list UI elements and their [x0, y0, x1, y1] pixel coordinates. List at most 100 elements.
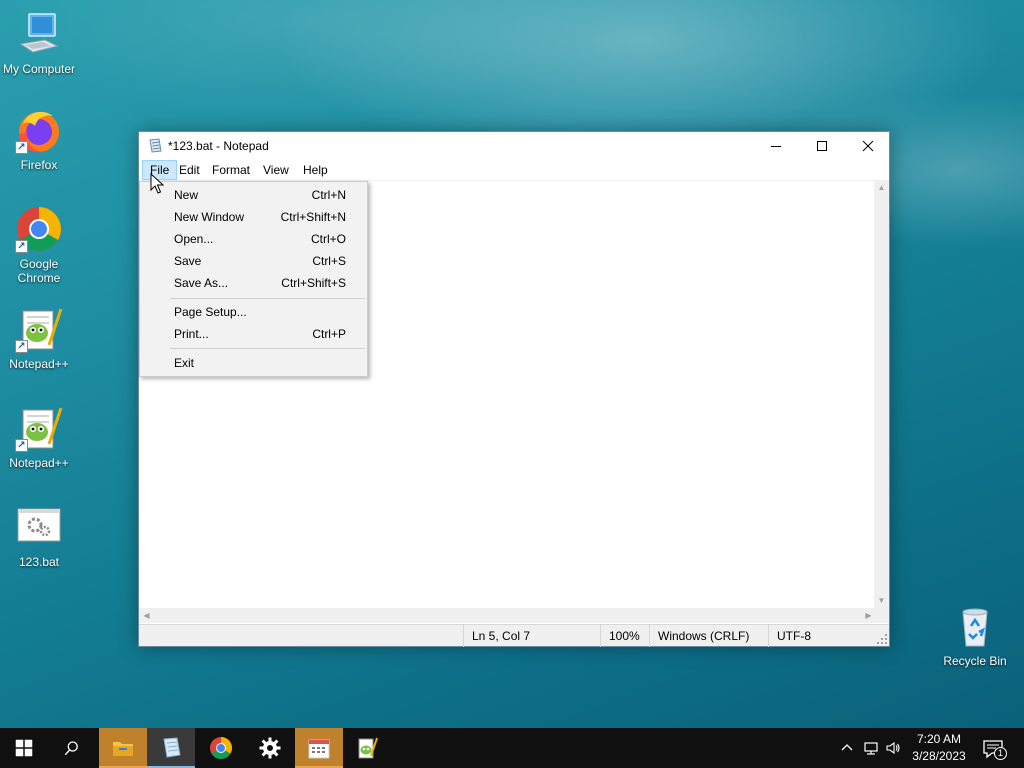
menu-item-shortcut: Ctrl+P — [312, 327, 346, 341]
calendar-icon — [308, 739, 330, 759]
desktop-icon-123-bat[interactable]: 123.bat — [0, 503, 78, 569]
gear-icon — [259, 737, 281, 759]
title-bar[interactable]: *123.bat - Notepad — [139, 132, 889, 160]
taskbar-calendar[interactable] — [295, 728, 343, 768]
volume-button[interactable] — [883, 738, 903, 758]
menu-item-shortcut: Ctrl+O — [310, 232, 346, 246]
maximize-button[interactable] — [799, 132, 845, 160]
chrome-icon — [210, 737, 232, 759]
menu-item-label: New — [174, 188, 199, 202]
recycle-bin-icon — [951, 602, 999, 650]
menu-item-label: Page Setup... — [174, 305, 247, 319]
desktop-icon-my-computer[interactable]: My Computer — [0, 10, 78, 76]
taskbar-settings[interactable] — [246, 728, 294, 768]
menu-item-label: Print... — [174, 327, 209, 341]
action-center-button[interactable]: 1 — [982, 738, 1007, 760]
resize-grip-icon[interactable] — [877, 634, 887, 644]
file-menu-dropdown: New Ctrl+N New Window Ctrl+Shift+N Open.… — [139, 181, 368, 377]
system-clock[interactable]: 7:20 AM 3/28/2023 — [906, 731, 972, 765]
desktop-icon-notepadpp[interactable]: ↗ Notepad++ — [0, 305, 78, 371]
notepadpp-icon — [358, 737, 378, 759]
shortcut-arrow-icon: ↗ — [15, 141, 28, 154]
mouse-cursor-icon — [150, 173, 164, 194]
chevron-up-icon — [841, 744, 853, 751]
computer-icon — [15, 10, 63, 58]
menu-format[interactable]: Format — [205, 160, 257, 180]
status-encoding: UTF-8 — [768, 625, 878, 647]
taskbar-notepad[interactable] — [147, 728, 195, 768]
menu-item-shortcut: Ctrl+N — [311, 188, 346, 202]
menu-item-print[interactable]: Print... Ctrl+P — [142, 323, 365, 345]
taskbar-file-explorer[interactable] — [99, 728, 147, 768]
menu-bar: File Edit Format View Help — [139, 160, 889, 180]
status-cursor-position: Ln 5, Col 7 — [463, 625, 601, 647]
network-icon — [864, 742, 878, 755]
menu-item-new[interactable]: New Ctrl+N — [142, 184, 365, 206]
scroll-left-icon[interactable]: ◀ — [139, 608, 154, 623]
window-title: *123.bat - Notepad — [168, 139, 269, 153]
vertical-scrollbar[interactable]: ▲ ▼ — [874, 180, 889, 608]
folder-icon — [113, 742, 133, 756]
notepadpp-icon: ↗ — [15, 305, 63, 353]
menu-item-open[interactable]: Open... Ctrl+O — [142, 228, 365, 250]
menu-item-label: Open... — [174, 232, 214, 246]
notification-count-badge: 1 — [994, 747, 1007, 760]
desktop-icon-firefox[interactable]: ↗ Firefox — [0, 106, 78, 172]
shortcut-arrow-icon: ↗ — [15, 439, 28, 452]
status-zoom: 100% — [600, 625, 650, 647]
scroll-up-icon[interactable]: ▲ — [874, 180, 889, 195]
windows-logo-icon — [15, 739, 33, 757]
menu-view[interactable]: View — [256, 160, 296, 180]
minimize-icon — [771, 146, 781, 147]
search-icon — [64, 741, 78, 756]
scroll-corner — [874, 608, 889, 623]
menu-item-shortcut: Ctrl+Shift+S — [281, 276, 346, 290]
chrome-icon: ↗ — [15, 205, 63, 253]
status-bar: Ln 5, Col 7 100% Windows (CRLF) UTF-8 — [139, 624, 889, 647]
desktop-icon-label: Notepad++ — [9, 456, 69, 470]
desktop-icon-google-chrome[interactable]: ↗ Google Chrome — [0, 205, 78, 285]
clock-date: 3/28/2023 — [912, 749, 966, 763]
show-hidden-icons-button[interactable] — [837, 738, 857, 758]
close-icon — [862, 140, 874, 152]
desktop-icon-label: Recycle Bin — [943, 654, 1007, 668]
menu-item-save-as[interactable]: Save As... Ctrl+Shift+S — [142, 272, 365, 294]
scroll-down-icon[interactable]: ▼ — [874, 593, 889, 608]
close-button[interactable] — [845, 132, 891, 160]
menu-help[interactable]: Help — [296, 160, 335, 180]
menu-item-save[interactable]: Save Ctrl+S — [142, 250, 365, 272]
search-button[interactable] — [48, 728, 96, 768]
batch-file-icon — [15, 503, 63, 551]
menu-item-exit[interactable]: Exit — [142, 352, 365, 374]
speaker-icon — [886, 741, 900, 755]
menu-separator — [170, 298, 365, 299]
horizontal-scrollbar[interactable]: ◀ ▶ — [139, 608, 876, 623]
start-button[interactable] — [0, 728, 48, 768]
desktop-icon-notepadpp-2[interactable]: ↗ Notepad++ — [0, 404, 78, 470]
clock-time: 7:20 AM — [916, 732, 962, 746]
menu-item-shortcut: Ctrl+Shift+N — [280, 210, 346, 224]
desktop-icon-label: Notepad++ — [9, 357, 69, 371]
firefox-icon: ↗ — [15, 106, 63, 154]
minimize-button[interactable] — [753, 132, 799, 160]
menu-item-page-setup[interactable]: Page Setup... — [142, 301, 365, 323]
menu-item-new-window[interactable]: New Window Ctrl+Shift+N — [142, 206, 365, 228]
menu-separator — [170, 348, 365, 349]
taskbar-chrome[interactable] — [197, 728, 245, 768]
desktop-icon-recycle-bin[interactable]: Recycle Bin — [936, 602, 1014, 668]
menu-item-shortcut: Ctrl+S — [312, 254, 346, 268]
taskbar-notepadpp[interactable] — [343, 728, 391, 768]
menu-edit[interactable]: Edit — [172, 160, 207, 180]
notepadpp-icon: ↗ — [15, 404, 63, 452]
menu-item-label: Save — [174, 254, 202, 268]
menu-item-label: New Window — [174, 210, 245, 224]
desktop-icon-label: Google Chrome — [17, 257, 61, 285]
notepad-icon — [163, 737, 181, 758]
maximize-icon — [817, 141, 827, 151]
network-button[interactable] — [861, 738, 881, 758]
desktop-icon-label: Firefox — [20, 158, 58, 172]
desktop-icon-label: My Computer — [2, 62, 76, 76]
notepad-app-icon — [147, 138, 163, 154]
menu-item-label: Exit — [174, 356, 195, 370]
desktop-icon-label: 123.bat — [18, 555, 60, 569]
